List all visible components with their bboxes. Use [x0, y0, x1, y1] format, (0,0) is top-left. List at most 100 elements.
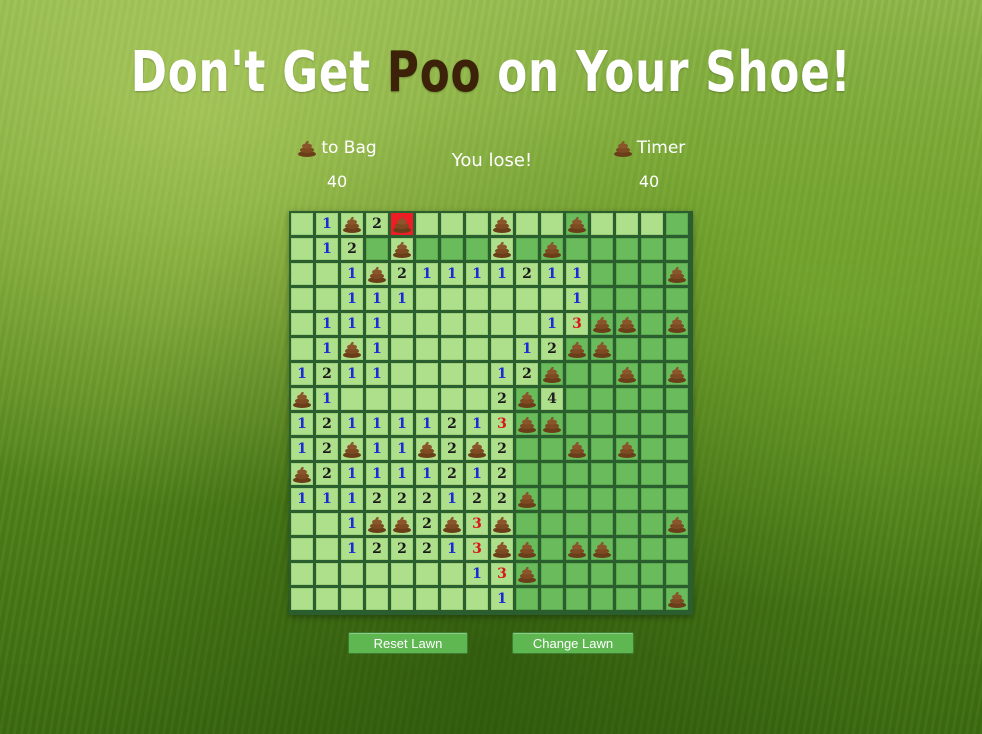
covered-cell[interactable] — [591, 463, 613, 485]
number-cell[interactable]: 1 — [366, 288, 388, 310]
number-cell[interactable]: 1 — [416, 263, 438, 285]
number-cell[interactable]: 1 — [391, 463, 413, 485]
covered-cell[interactable] — [666, 288, 688, 310]
open-cell[interactable] — [616, 213, 638, 235]
covered-cell[interactable] — [641, 263, 663, 285]
poo-cell[interactable] — [291, 463, 313, 485]
covered-cell[interactable] — [591, 413, 613, 435]
open-cell[interactable] — [441, 338, 463, 360]
poo-cell[interactable] — [516, 538, 538, 560]
number-cell[interactable]: 1 — [341, 538, 363, 560]
number-cell[interactable]: 1 — [466, 413, 488, 435]
exploded-poo-cell[interactable] — [391, 213, 413, 235]
number-cell[interactable]: 1 — [516, 338, 538, 360]
covered-cell[interactable] — [641, 413, 663, 435]
open-cell[interactable] — [316, 263, 338, 285]
poo-cell[interactable] — [666, 588, 688, 610]
open-cell[interactable] — [341, 588, 363, 610]
covered-cell[interactable] — [541, 538, 563, 560]
number-cell[interactable]: 2 — [316, 363, 338, 385]
open-cell[interactable] — [416, 563, 438, 585]
number-cell[interactable]: 2 — [366, 213, 388, 235]
poo-cell[interactable] — [541, 238, 563, 260]
open-cell[interactable] — [316, 513, 338, 535]
poo-cell[interactable] — [516, 413, 538, 435]
number-cell[interactable]: 1 — [366, 338, 388, 360]
number-cell[interactable]: 2 — [441, 438, 463, 460]
covered-cell[interactable] — [591, 438, 613, 460]
open-cell[interactable] — [291, 338, 313, 360]
open-cell[interactable] — [466, 288, 488, 310]
covered-cell[interactable] — [591, 388, 613, 410]
covered-cell[interactable] — [591, 488, 613, 510]
number-cell[interactable]: 1 — [291, 363, 313, 385]
poo-cell[interactable] — [391, 238, 413, 260]
number-cell[interactable]: 1 — [441, 538, 463, 560]
covered-cell[interactable] — [566, 413, 588, 435]
covered-cell[interactable] — [566, 563, 588, 585]
number-cell[interactable]: 2 — [316, 413, 338, 435]
open-cell[interactable] — [491, 313, 513, 335]
covered-cell[interactable] — [666, 488, 688, 510]
number-cell[interactable]: 2 — [416, 513, 438, 535]
covered-cell[interactable] — [566, 388, 588, 410]
number-cell[interactable]: 1 — [291, 413, 313, 435]
number-cell[interactable]: 2 — [516, 363, 538, 385]
number-cell[interactable]: 1 — [341, 488, 363, 510]
poo-cell[interactable] — [666, 363, 688, 385]
number-cell[interactable]: 1 — [316, 488, 338, 510]
poo-cell[interactable] — [566, 213, 588, 235]
poo-cell[interactable] — [566, 338, 588, 360]
poo-cell[interactable] — [491, 238, 513, 260]
covered-cell[interactable] — [516, 588, 538, 610]
open-cell[interactable] — [416, 363, 438, 385]
covered-cell[interactable] — [641, 438, 663, 460]
open-cell[interactable] — [416, 338, 438, 360]
covered-cell[interactable] — [541, 563, 563, 585]
number-cell[interactable]: 2 — [391, 263, 413, 285]
covered-cell[interactable] — [666, 238, 688, 260]
poo-cell[interactable] — [366, 263, 388, 285]
open-cell[interactable] — [441, 313, 463, 335]
covered-cell[interactable] — [566, 488, 588, 510]
covered-cell[interactable] — [541, 513, 563, 535]
covered-cell[interactable] — [616, 463, 638, 485]
open-cell[interactable] — [441, 363, 463, 385]
poo-cell[interactable] — [491, 538, 513, 560]
number-cell[interactable]: 1 — [491, 263, 513, 285]
covered-cell[interactable] — [666, 213, 688, 235]
poo-cell[interactable] — [491, 513, 513, 535]
poo-cell[interactable] — [466, 438, 488, 460]
poo-cell[interactable] — [591, 338, 613, 360]
open-cell[interactable] — [516, 288, 538, 310]
covered-cell[interactable] — [516, 438, 538, 460]
open-cell[interactable] — [291, 313, 313, 335]
covered-cell[interactable] — [591, 238, 613, 260]
covered-cell[interactable] — [666, 463, 688, 485]
covered-cell[interactable] — [641, 238, 663, 260]
number-cell[interactable]: 1 — [316, 313, 338, 335]
open-cell[interactable] — [391, 588, 413, 610]
number-cell[interactable]: 2 — [416, 488, 438, 510]
open-cell[interactable] — [391, 313, 413, 335]
number-cell[interactable]: 1 — [366, 363, 388, 385]
number-cell[interactable]: 1 — [566, 288, 588, 310]
covered-cell[interactable] — [641, 388, 663, 410]
poo-cell[interactable] — [566, 538, 588, 560]
poo-cell[interactable] — [366, 513, 388, 535]
open-cell[interactable] — [391, 338, 413, 360]
covered-cell[interactable] — [616, 588, 638, 610]
number-cell[interactable]: 2 — [491, 388, 513, 410]
change-lawn-button[interactable]: Change Lawn — [512, 632, 634, 654]
covered-cell[interactable] — [641, 313, 663, 335]
covered-cell[interactable] — [616, 413, 638, 435]
covered-cell[interactable] — [616, 513, 638, 535]
number-cell[interactable]: 1 — [416, 463, 438, 485]
covered-cell[interactable] — [616, 488, 638, 510]
number-cell[interactable]: 1 — [541, 313, 563, 335]
number-cell[interactable]: 2 — [491, 488, 513, 510]
open-cell[interactable] — [291, 263, 313, 285]
number-cell[interactable]: 3 — [491, 413, 513, 435]
covered-cell[interactable] — [666, 388, 688, 410]
number-cell[interactable]: 2 — [391, 488, 413, 510]
